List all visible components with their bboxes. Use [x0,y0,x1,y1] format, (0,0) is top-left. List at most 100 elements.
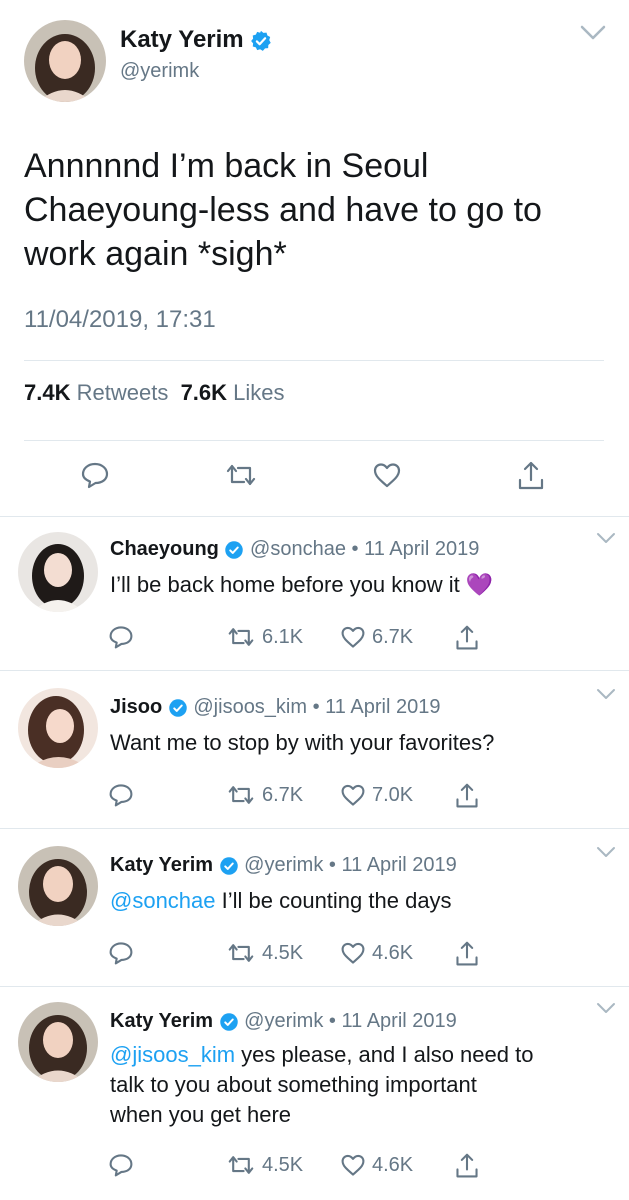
retweet-count[interactable]: 7.4K [24,380,70,405]
retweet-icon [228,944,254,962]
tweet-text-line: work again *sigh* [24,235,287,273]
reply-button[interactable] [108,782,134,808]
reply-button[interactable] [108,1152,134,1178]
share-icon [456,1153,478,1178]
author-name[interactable]: Jisoo [110,696,162,718]
avatar[interactable] [18,688,98,768]
retweet-count: 4.5K [262,1153,304,1176]
author-handle[interactable]: @sonchae [250,538,346,560]
reply-text: @sonchae I’ll be counting the days [110,886,610,916]
reply-text-line: I’ll be back home before you know it 💜 [110,572,494,597]
author-handle[interactable]: @yerimk [244,854,323,876]
reply-text-line: @sonchae I’ll be counting the days [110,886,610,916]
reply-text: I’ll be back home before you know it 💜 [110,570,610,600]
verified-icon [219,1012,238,1031]
reply-header: Katy Yerim @yerimk • 11 April 2019 [110,854,457,877]
share-icon [456,783,478,808]
like-label[interactable]: Likes [233,380,284,405]
retweet-count: 4.5K [262,941,304,964]
reply-tweet[interactable]: Jisoo @jisoos_kim • 11 April 2019 Want m… [0,670,629,828]
like-button[interactable]: 7.0K [340,782,413,808]
reply-tweet[interactable]: Katy Yerim @yerimk • 11 April 2019 @sonc… [0,828,629,986]
tweet-text-line: Chaeyoung-less and have to go to [24,191,542,229]
reply-tweet[interactable]: Chaeyoung @sonchae • 11 April 2019 I’ll … [0,516,629,670]
reply-date[interactable]: • 11 April 2019 [352,538,480,560]
retweet-button[interactable]: 4.5K [226,940,303,966]
like-count: 7.0K [372,783,414,806]
reply-icon[interactable] [80,460,110,490]
divider [24,440,604,441]
reply-tweet[interactable]: Katy Yerim @yerimk • 11 April 2019 @jiso… [0,986,629,1200]
chevron-down-icon[interactable] [596,688,616,700]
share-button[interactable] [454,1152,480,1180]
like-button[interactable]: 6.7K [340,624,413,650]
author-name[interactable]: Katy Yerim [110,1010,213,1032]
author-handle[interactable]: @yerimk [244,1010,323,1032]
reply-header: Jisoo @jisoos_kim • 11 April 2019 [110,696,440,719]
chevron-down-icon[interactable] [596,846,616,858]
like-icon [341,784,365,806]
retweet-button[interactable]: 4.5K [226,1152,303,1178]
reply-button[interactable] [108,940,134,966]
chevron-down-icon[interactable] [596,532,616,544]
reply-text-line: Want me to stop by with your favorites? [110,730,495,755]
retweet-icon[interactable] [224,460,258,490]
mention-link[interactable]: @jisoos_kim [110,1042,235,1067]
reply-icon [109,626,133,649]
tweet-text-line: Annnnnd I’m back in Seoul [24,147,429,185]
reply-icon [109,942,133,965]
author-name[interactable]: Katy Yerim [120,26,272,54]
tweet-timestamp[interactable]: 11/04/2019, 17:31 [24,306,216,334]
retweet-icon [228,1156,254,1174]
chevron-down-icon[interactable] [580,24,606,42]
like-icon [341,942,365,964]
author-name-text[interactable]: Katy Yerim [120,26,244,53]
author-handle[interactable]: @yerimk [120,60,199,83]
like-count: 4.6K [372,1153,414,1176]
share-icon[interactable] [516,460,546,492]
chevron-down-icon[interactable] [596,1002,616,1014]
reply-text: @jisoos_kim yes please, and I also need … [110,1040,610,1130]
avatar[interactable] [18,1002,98,1082]
like-count: 6.7K [372,625,414,648]
share-button[interactable] [454,624,480,652]
verified-icon [169,698,187,717]
like-count[interactable]: 7.6K [181,380,227,405]
reply-date[interactable]: • 11 April 2019 [329,1010,457,1032]
divider [24,360,604,361]
author-name[interactable]: Katy Yerim [110,854,213,876]
reply-text: Want me to stop by with your favorites? [110,728,610,758]
share-icon [456,625,478,650]
retweet-label[interactable]: Retweets [77,380,169,405]
reply-text-line: when you get here [110,1102,292,1127]
like-count: 4.6K [372,941,414,964]
share-button[interactable] [454,940,480,968]
avatar[interactable] [24,20,106,102]
verified-icon [251,30,272,51]
tweet-stats: 7.4K Retweets 7.6K Likes [24,380,285,406]
reply-text-line: talk to you about something important [110,1072,477,1097]
retweet-button[interactable]: 6.7K [226,782,303,808]
tweet-text: Annnnnd I’m back in Seoul Chaeyoung-less… [24,144,604,276]
main-tweet: Katy Yerim @yerimk Annnnnd I’m back in S… [0,0,629,516]
reply-date[interactable]: • 11 April 2019 [329,854,457,876]
retweet-icon [228,628,254,646]
reply-header: Katy Yerim @yerimk • 11 April 2019 [110,1010,457,1033]
like-icon[interactable] [372,460,402,490]
mention-link[interactable]: @sonchae [110,888,216,913]
verified-icon [225,540,244,559]
retweet-icon [228,786,254,804]
reply-button[interactable] [108,624,134,650]
retweet-button[interactable]: 6.1K [226,624,303,650]
like-icon [341,626,365,648]
like-button[interactable]: 4.6K [340,940,413,966]
avatar[interactable] [18,846,98,926]
author-name[interactable]: Chaeyoung [110,538,219,560]
reply-text-fragment: I’ll be counting the days [215,888,452,913]
avatar[interactable] [18,532,98,612]
author-handle[interactable]: @jisoos_kim [193,696,307,718]
share-icon [456,941,478,966]
share-button[interactable] [454,782,480,810]
like-button[interactable]: 4.6K [340,1152,413,1178]
reply-date[interactable]: • 11 April 2019 [313,696,441,718]
